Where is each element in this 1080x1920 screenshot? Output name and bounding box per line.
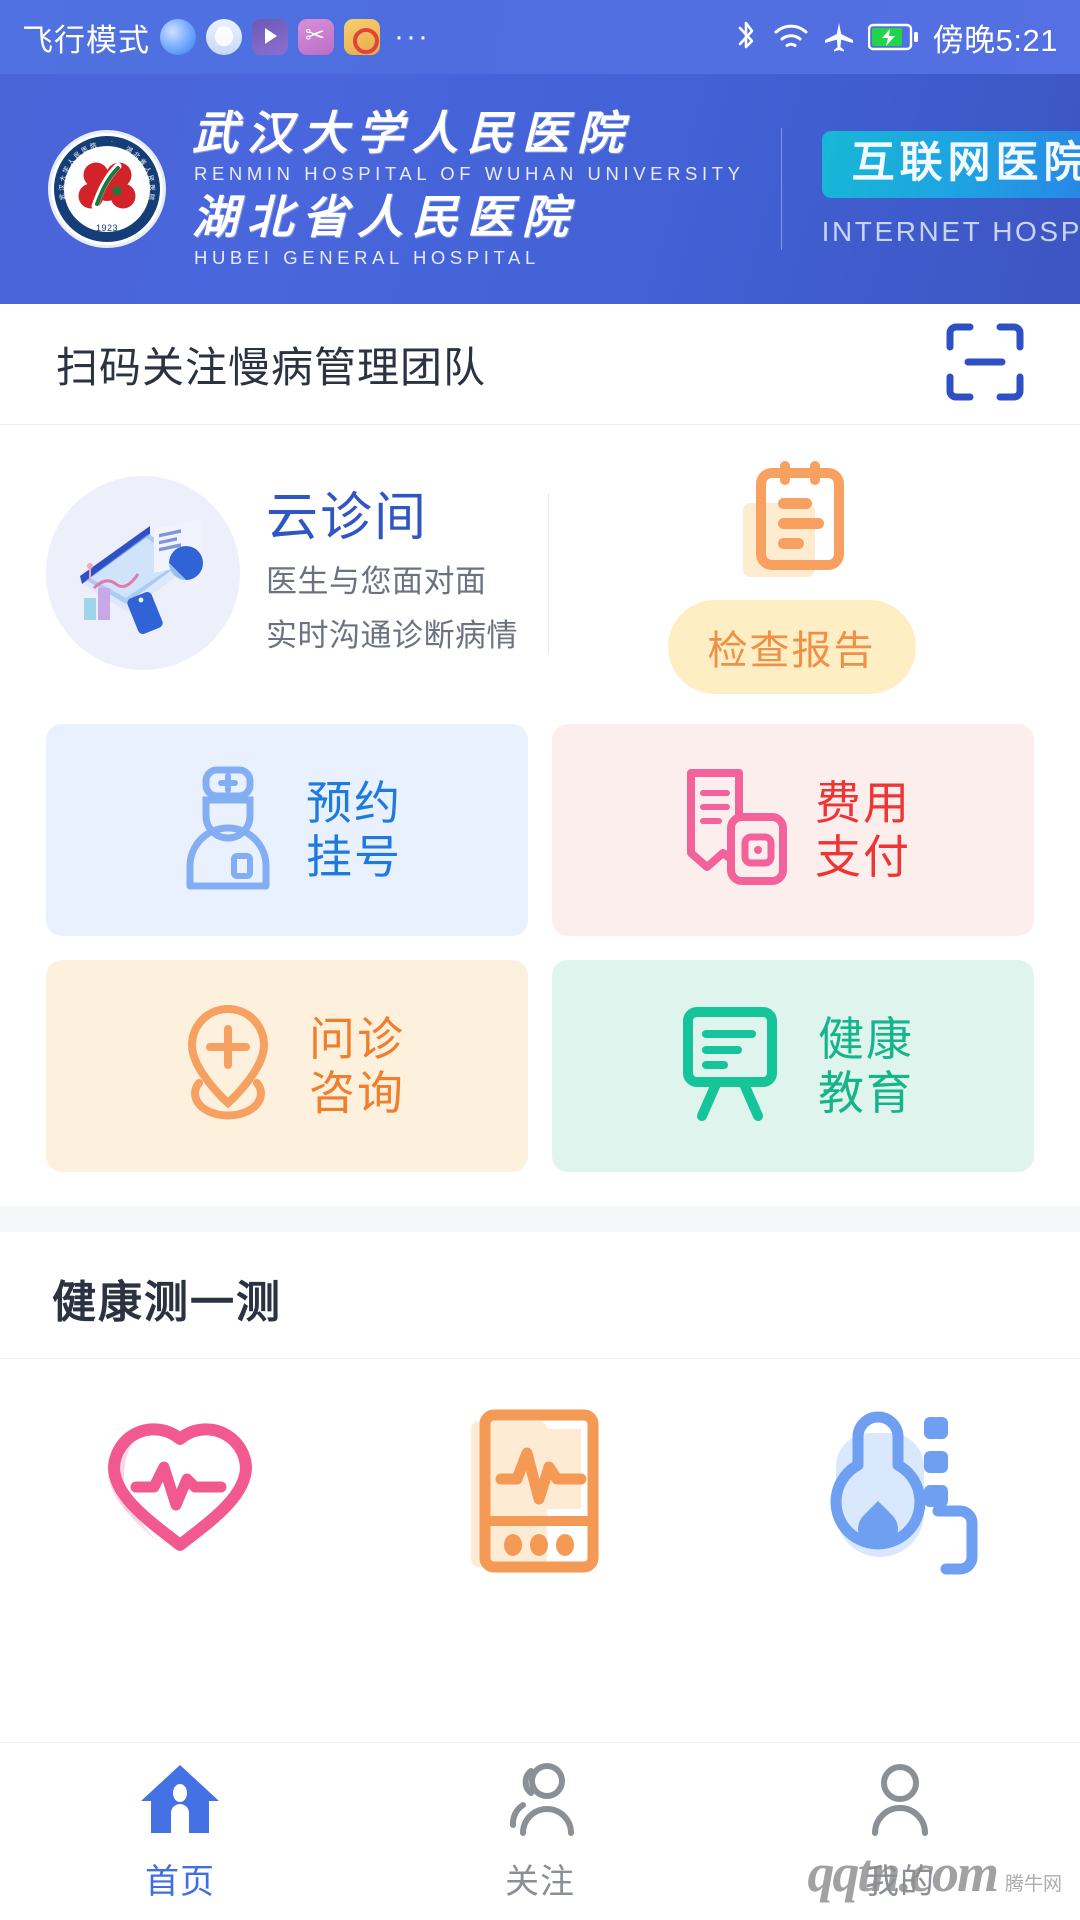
section-separator-band <box>0 1206 1080 1232</box>
feature-card-appointment-label: 预约 挂号 <box>306 776 402 883</box>
weibo-icon <box>344 19 380 55</box>
feature-card-education-label: 健康 教育 <box>818 1012 914 1119</box>
feature-card-education[interactable]: 健康 教育 <box>552 960 1034 1172</box>
nav-item-follow[interactable]: 关注 <box>360 1761 720 1903</box>
feature-card-consult-label: 问诊 咨询 <box>309 1012 405 1119</box>
hospital-name-en-2: HUBEI GENERAL HOSPITAL <box>194 247 540 269</box>
internet-hospital-block: 互联网医院 INTERNET HOSPITAL <box>821 130 1080 248</box>
nav-item-profile-label: 我的 <box>865 1862 935 1901</box>
ecg-monitor-icon <box>459 1403 621 1580</box>
clipboard-report-icon <box>733 451 851 586</box>
nav-item-home-label: 首页 <box>145 1862 215 1901</box>
video-icon <box>252 19 288 55</box>
cloud-clinic-section[interactable]: 云诊间 医生与您面对面 实时沟通诊断病情 检查报告 <box>0 425 1080 712</box>
header-divider <box>780 128 782 250</box>
cloud-clinic-desc-2: 实时沟通诊断病情 <box>266 617 518 653</box>
scan-follow-row[interactable]: 扫码关注慢病管理团队 <box>0 304 1080 424</box>
hospital-name-cn-2: 湖北省人民医院 <box>192 191 577 243</box>
feature-card-grid: 预约 挂号 费用 支付 问诊 咨询 健康 教育 <box>0 712 1080 1206</box>
nav-item-profile[interactable]: 我的 <box>720 1761 1080 1903</box>
hospital-crest-logo: 武汉大学人民医院 · 湖北省人民医院 1923 <box>48 130 166 248</box>
cloud-clinic-text: 云诊间 医生与您面对面 实时沟通诊断病情 <box>266 487 518 657</box>
feature-card-payment-label: 费用 支付 <box>815 776 911 883</box>
payment-icon <box>675 765 793 896</box>
wifi-icon <box>772 21 810 53</box>
health-test-item-bp[interactable] <box>720 1403 1080 1575</box>
hospital-name-block: 武汉大学人民医院 RENMIN HOSPITAL OF WUHAN UNIVER… <box>192 109 745 269</box>
hospital-header: 武汉大学人民医院 · 湖北省人民医院 1923 武汉大学人民医院 RENMIN … <box>0 74 1080 304</box>
overflow-dots-icon: ··· <box>394 20 430 53</box>
internet-hospital-badge: 互联网医院 <box>821 130 1080 198</box>
status-bar-left: 飞行模式 ··· <box>22 15 430 60</box>
wechat-icon <box>160 19 196 55</box>
internet-hospital-subtitle: INTERNET HOSPITAL <box>821 215 1080 247</box>
scan-code-icon[interactable] <box>946 323 1024 406</box>
cloud-clinic-title: 云诊间 <box>266 489 429 548</box>
scissor-icon <box>298 19 334 55</box>
health-test-title: 健康测一测 <box>52 1278 282 1327</box>
hospital-name-cn-1: 武汉大学人民医院 <box>192 107 632 159</box>
nav-item-follow-label: 关注 <box>505 1862 575 1901</box>
status-bar: 飞行模式 ··· 傍晚5:21 <box>0 0 1080 74</box>
health-test-item-ecg[interactable] <box>360 1403 720 1573</box>
feature-card-consult[interactable]: 问诊 咨询 <box>46 960 528 1172</box>
nav-item-home[interactable]: 首页 <box>0 1761 360 1903</box>
bottom-navigation-bar: 首页 关注 我的 <box>0 1742 1080 1920</box>
health-test-row <box>0 1359 1080 1575</box>
feature-card-appointment[interactable]: 预约 挂号 <box>46 724 528 936</box>
cloud-clinic-desc-1: 医生与您面对面 <box>266 563 487 599</box>
airplane-icon <box>823 21 855 53</box>
bluetooth-icon <box>733 19 759 55</box>
scan-follow-title: 扫码关注慢病管理团队 <box>56 343 487 391</box>
exam-report-button[interactable]: 检查报告 <box>667 600 916 694</box>
status-bar-right: 傍晚5:21 <box>733 15 1058 60</box>
battery-charging-icon <box>867 23 920 51</box>
doctor-icon <box>172 762 284 899</box>
carrier-label: 飞行模式 <box>22 22 150 58</box>
feature-card-payment[interactable]: 费用 支付 <box>552 724 1034 936</box>
follow-icon <box>497 1761 583 1842</box>
education-board-icon <box>672 1002 796 1131</box>
consult-pin-icon <box>169 999 287 1134</box>
heart-rate-icon <box>92 1403 268 1568</box>
exam-report-block[interactable]: 检查报告 <box>549 451 1034 694</box>
hospital-name-en-1: RENMIN HOSPITAL OF WUHAN UNIVERSITY <box>194 162 745 184</box>
crest-year: 1923 <box>95 223 119 233</box>
cloud-clinic-illustration <box>46 475 240 670</box>
health-test-header: 健康测一测 <box>0 1232 1080 1358</box>
health-test-item-heart[interactable] <box>0 1403 360 1563</box>
blood-pressure-icon <box>812 1403 988 1580</box>
plum-blossom-icon <box>78 162 136 210</box>
clock-label: 傍晚5:21 <box>932 22 1058 58</box>
profile-icon <box>857 1761 943 1842</box>
home-icon <box>137 1761 223 1842</box>
qq-icon <box>206 19 242 55</box>
